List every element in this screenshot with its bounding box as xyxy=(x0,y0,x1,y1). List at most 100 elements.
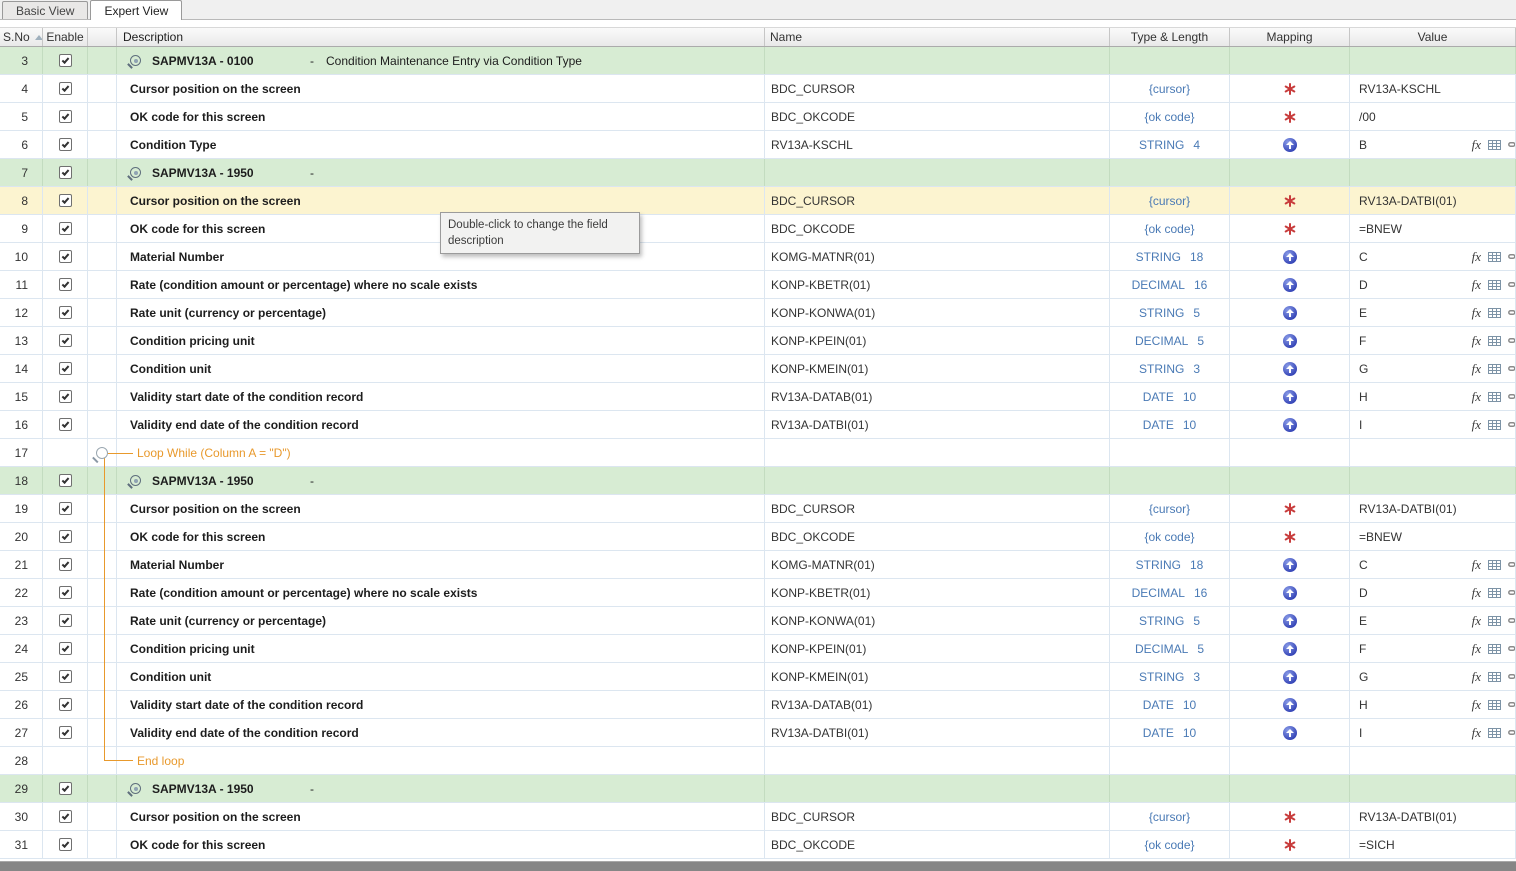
type-length-cell[interactable]: DECIMAL5 xyxy=(1110,327,1230,354)
header-description[interactable]: Description xyxy=(117,28,765,46)
mapping-upload-icon[interactable] xyxy=(1283,418,1297,432)
link-icon[interactable] xyxy=(1508,642,1516,655)
name-cell[interactable]: RV13A-DATAB(01) xyxy=(765,383,1110,410)
mapping-upload-icon[interactable] xyxy=(1283,614,1297,628)
mapping-upload-icon[interactable] xyxy=(1283,558,1297,572)
type-length-cell[interactable]: {cursor} xyxy=(1110,803,1230,830)
screen-description-cell[interactable]: SAPMV13A - 1950- xyxy=(117,775,765,802)
table-row[interactable]: 20OK code for this screenBDC_OKCODE{ok c… xyxy=(0,523,1516,551)
table-row[interactable]: 31OK code for this screenBDC_OKCODE{ok c… xyxy=(0,831,1516,859)
enable-checkbox[interactable] xyxy=(59,306,72,319)
link-icon[interactable] xyxy=(1508,278,1516,291)
grid-icon[interactable] xyxy=(1488,558,1501,571)
horizontal-scrollbar[interactable] xyxy=(0,861,1516,871)
type-length-cell[interactable]: {ok code} xyxy=(1110,215,1230,242)
grid-icon[interactable] xyxy=(1488,586,1501,599)
link-icon[interactable] xyxy=(1508,418,1516,431)
type-length-cell[interactable]: {ok code} xyxy=(1110,831,1230,858)
mapping-cell[interactable] xyxy=(1230,75,1350,102)
name-cell[interactable]: BDC_CURSOR xyxy=(765,187,1110,214)
description-cell[interactable]: OK code for this screen xyxy=(117,523,765,550)
value-cell[interactable]: Dfx xyxy=(1350,579,1516,606)
enable-checkbox[interactable] xyxy=(59,194,72,207)
name-cell[interactable]: BDC_OKCODE xyxy=(765,831,1110,858)
table-row[interactable]: 5OK code for this screenBDC_OKCODE{ok co… xyxy=(0,103,1516,131)
table-row[interactable]: 15Validity start date of the condition r… xyxy=(0,383,1516,411)
type-length-cell[interactable]: STRING18 xyxy=(1110,243,1230,270)
enable-checkbox[interactable] xyxy=(59,222,72,235)
header-name[interactable]: Name xyxy=(765,28,1110,46)
mapping-cell[interactable] xyxy=(1230,579,1350,606)
enable-checkbox[interactable] xyxy=(59,138,72,151)
grid-icon[interactable] xyxy=(1488,278,1501,291)
mapping-cell[interactable] xyxy=(1230,663,1350,690)
link-icon[interactable] xyxy=(1508,698,1516,711)
mapping-upload-icon[interactable] xyxy=(1283,138,1297,152)
value-cell[interactable]: Hfx xyxy=(1350,691,1516,718)
type-length-cell[interactable]: DATE10 xyxy=(1110,383,1230,410)
mapping-cell[interactable] xyxy=(1230,243,1350,270)
type-length-cell[interactable]: DECIMAL16 xyxy=(1110,579,1230,606)
value-cell[interactable]: Cfx xyxy=(1350,551,1516,578)
table-row[interactable]: 4Cursor position on the screenBDC_CURSOR… xyxy=(0,75,1516,103)
mapping-upload-icon[interactable] xyxy=(1283,670,1297,684)
fx-icon[interactable]: fx xyxy=(1472,306,1481,319)
enable-checkbox[interactable] xyxy=(59,614,72,627)
header-type-length[interactable]: Type & Length xyxy=(1110,28,1230,46)
table-row[interactable]: 23Rate unit (currency or percentage)KONP… xyxy=(0,607,1516,635)
mapping-cell[interactable] xyxy=(1230,411,1350,438)
type-length-cell[interactable]: {ok code} xyxy=(1110,103,1230,130)
value-cell[interactable]: Ffx xyxy=(1350,327,1516,354)
grid-icon[interactable] xyxy=(1488,250,1501,263)
value-cell[interactable]: Dfx xyxy=(1350,271,1516,298)
value-cell[interactable]: RV13A-DATBI(01) xyxy=(1350,187,1516,214)
name-cell[interactable]: BDC_CURSOR xyxy=(765,803,1110,830)
description-cell[interactable]: Validity start date of the condition rec… xyxy=(117,383,765,410)
grid-icon[interactable] xyxy=(1488,642,1501,655)
table-row[interactable]: 18SAPMV13A - 1950- xyxy=(0,467,1516,495)
table-row[interactable]: 16Validity end date of the condition rec… xyxy=(0,411,1516,439)
name-cell[interactable]: KONP-KONWA(01) xyxy=(765,607,1110,634)
description-cell[interactable]: Validity start date of the condition rec… xyxy=(117,691,765,718)
grid-icon[interactable] xyxy=(1488,138,1501,151)
name-cell[interactable]: BDC_OKCODE xyxy=(765,103,1110,130)
fx-icon[interactable]: fx xyxy=(1472,558,1481,571)
enable-checkbox[interactable] xyxy=(59,390,72,403)
value-cell[interactable]: Ifx xyxy=(1350,719,1516,746)
name-cell[interactable]: BDC_CURSOR xyxy=(765,495,1110,522)
mapping-upload-icon[interactable] xyxy=(1283,334,1297,348)
name-cell[interactable]: BDC_CURSOR xyxy=(765,75,1110,102)
mapping-cell[interactable] xyxy=(1230,103,1350,130)
type-length-cell[interactable]: STRING3 xyxy=(1110,663,1230,690)
value-cell[interactable]: Hfx xyxy=(1350,383,1516,410)
table-row[interactable]: 11Rate (condition amount or percentage) … xyxy=(0,271,1516,299)
type-length-cell[interactable]: STRING4 xyxy=(1110,131,1230,158)
mapping-system-icon[interactable] xyxy=(1283,222,1296,235)
enable-checkbox[interactable] xyxy=(59,82,72,95)
table-row[interactable]: 29SAPMV13A - 1950- xyxy=(0,775,1516,803)
type-length-cell[interactable]: {cursor} xyxy=(1110,75,1230,102)
description-cell[interactable]: Rate (condition amount or percentage) wh… xyxy=(117,579,765,606)
name-cell[interactable]: KOMG-MATNR(01) xyxy=(765,243,1110,270)
value-cell[interactable]: /00 xyxy=(1350,103,1516,130)
description-cell[interactable]: Rate unit (currency or percentage) xyxy=(117,607,765,634)
value-cell[interactable]: Efx xyxy=(1350,607,1516,634)
value-cell[interactable]: RV13A-DATBI(01) xyxy=(1350,803,1516,830)
type-length-cell[interactable]: STRING3 xyxy=(1110,355,1230,382)
table-row[interactable]: 22Rate (condition amount or percentage) … xyxy=(0,579,1516,607)
mapping-upload-icon[interactable] xyxy=(1283,250,1297,264)
fx-icon[interactable]: fx xyxy=(1472,642,1481,655)
table-row[interactable]: 19Cursor position on the screenBDC_CURSO… xyxy=(0,495,1516,523)
loop-icon[interactable] xyxy=(96,447,108,459)
mapping-cell[interactable] xyxy=(1230,803,1350,830)
description-cell[interactable]: Cursor position on the screen xyxy=(117,803,765,830)
mapping-cell[interactable] xyxy=(1230,271,1350,298)
table-row[interactable]: 25Condition unitKONP-KMEIN(01)STRING3Gfx xyxy=(0,663,1516,691)
grid-icon[interactable] xyxy=(1488,614,1501,627)
mapping-upload-icon[interactable] xyxy=(1283,642,1297,656)
tab-basic-view[interactable]: Basic View xyxy=(2,1,88,19)
value-cell[interactable]: =BNEW xyxy=(1350,215,1516,242)
table-row[interactable]: 10Material NumberKOMG-MATNR(01)STRING18C… xyxy=(0,243,1516,271)
enable-checkbox[interactable] xyxy=(59,670,72,683)
mapping-system-icon[interactable] xyxy=(1283,82,1296,95)
